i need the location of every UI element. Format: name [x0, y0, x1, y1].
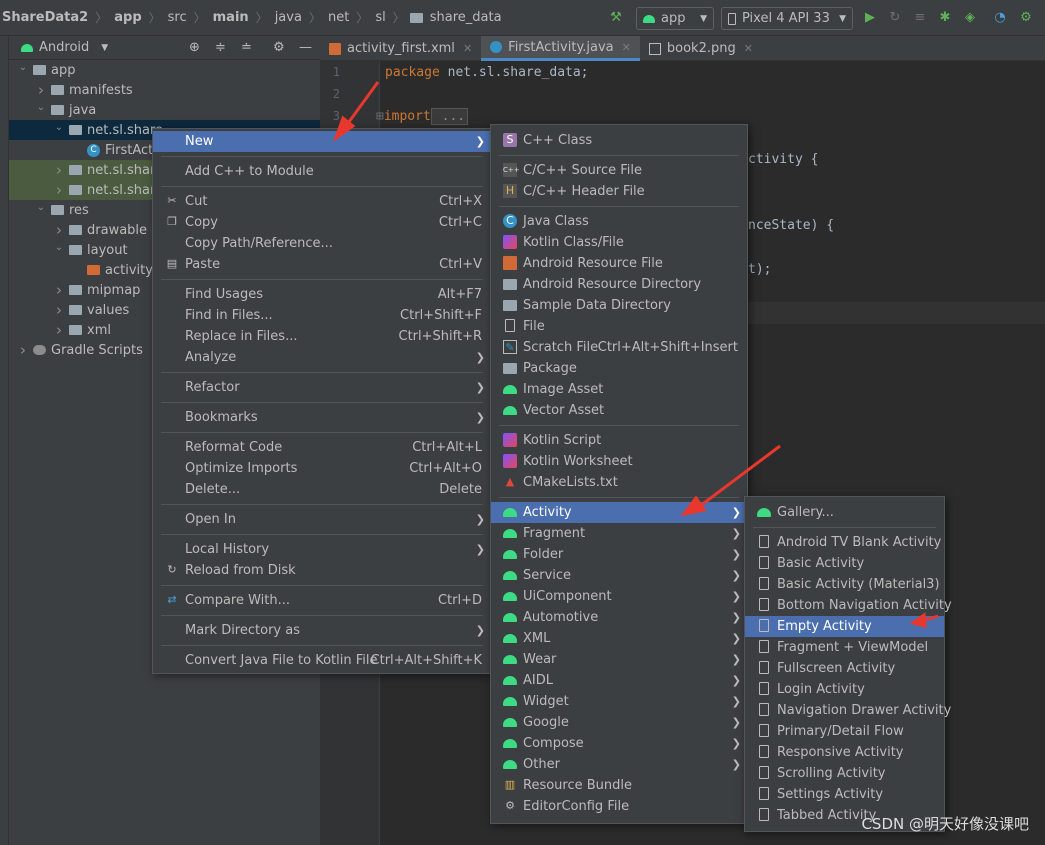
annotation-arrowhead [680, 495, 707, 517]
annotation-arrowhead [909, 612, 927, 628]
annotation-arrow [699, 444, 781, 508]
annotation-arrow [344, 81, 380, 127]
annotation-arrows [333, 81, 939, 628]
watermark: CSDN @明天好像没课吧 [861, 815, 1029, 833]
